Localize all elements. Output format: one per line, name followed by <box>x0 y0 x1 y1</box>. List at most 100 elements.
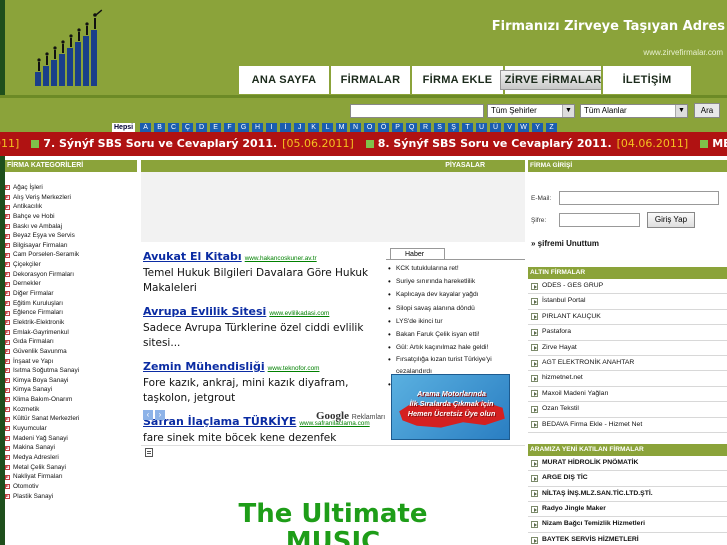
logo[interactable] <box>5 0 145 95</box>
ticker-item[interactable]: 7. Sýnýf SBS Soru ve Cevaplarý 2011. [05.… <box>31 137 354 150</box>
category-item[interactable]: Beyaz Eşya ve Servis <box>5 231 137 241</box>
arrow-bullet-icon <box>5 272 10 278</box>
category-item[interactable]: Klima Bakım-Onarım <box>5 395 137 405</box>
nav-item-1[interactable]: FİRMALAR <box>329 66 410 94</box>
promo-banner[interactable]: Arama Motorlarında İlk Sıralarda Çıkmak … <box>391 374 510 440</box>
nav-item-4[interactable]: İLETİŞİM <box>601 66 691 94</box>
site-slogan: Firmanızı Zirveye Taşıyan Adres <box>491 19 725 34</box>
category-item[interactable]: Alış Veriş Merkezleri <box>5 193 137 203</box>
firm-item[interactable]: Zirve Hayat <box>528 341 727 356</box>
firm-item[interactable]: BAYTEK SERVİS HİZMETLERİ <box>528 533 727 545</box>
category-item[interactable]: Madeni Yağ Sanayi <box>5 434 137 444</box>
category-item[interactable]: Eğitim Kuruluşları <box>5 299 137 309</box>
firm-item[interactable]: MURAT HİDROLİK PNÖMATİK <box>528 456 727 472</box>
category-item[interactable]: Bilgisayar Firmaları <box>5 241 137 251</box>
nav-item-0[interactable]: ANA SAYFA <box>237 66 329 94</box>
category-item[interactable]: Kozmetik <box>5 405 137 415</box>
firm-item[interactable]: BEDAVA Firma Ekle - Hizmet Net <box>528 418 727 433</box>
category-item[interactable]: Nakliyat Firmaları <box>5 472 137 482</box>
arrow-bullet-icon <box>5 493 10 499</box>
category-item[interactable]: Isıtma Soğutma Sanayi <box>5 366 137 376</box>
banner-line-1: Arama Motorlarında <box>417 389 486 398</box>
news-item[interactable]: Kaplıcaya dev kayalar yağdı <box>386 288 525 301</box>
firm-item[interactable]: Pastafora <box>528 325 727 341</box>
media-headline[interactable]: The Ultimate <box>141 499 525 529</box>
firm-item[interactable]: ARGE DIŞ TİC <box>528 471 727 487</box>
ads-next-button[interactable]: › <box>155 410 165 420</box>
ad-url-link[interactable]: www.hakancoskuner.av.tr <box>245 255 317 262</box>
ad-url-link[interactable]: www.teknofor.com <box>268 365 320 372</box>
category-item[interactable]: Kimya Boya Sanayi <box>5 376 137 386</box>
category-item[interactable]: Cam Porselen-Seramik <box>5 250 137 260</box>
category-label: Cam Porselen-Seramik <box>13 251 80 259</box>
field-select[interactable]: Tüm Alanlar ▼ <box>580 104 688 118</box>
news-item[interactable]: KCK tutuklularına ret! <box>386 262 525 275</box>
category-item[interactable]: Dernekler <box>5 279 137 289</box>
category-label: Ağaç İşleri <box>13 184 43 191</box>
nav-item-3[interactable]: ZİRVE FİRMALAR <box>499 66 607 94</box>
nav-item-2[interactable]: FİRMA EKLE <box>410 66 503 94</box>
category-item[interactable]: Kimya Sanayi <box>5 385 137 395</box>
search-input[interactable] <box>350 104 484 118</box>
category-item[interactable]: Kültür Sanat Merkezleri <box>5 414 137 424</box>
right-column: FİRMA GİRİŞİ E-Mail: Şifre: Giriş Yap » … <box>528 160 727 545</box>
category-item[interactable]: Medya Adresleri <box>5 453 137 463</box>
city-select[interactable]: Tüm Şehirler ▼ <box>487 104 575 118</box>
ad-title-link[interactable]: Zemin Mühendisliği <box>143 360 265 373</box>
ticker-item[interactable]: 8. Sýnýf SBS Soru ve Cevaplarý 2011. [04.… <box>365 137 689 150</box>
password-field[interactable] <box>559 213 640 227</box>
ticker-item[interactable]: MEB, SBS Göre <box>700 137 727 150</box>
media-subline[interactable]: MUSIC <box>141 527 525 545</box>
category-item[interactable]: İnşaat ve Yapı <box>5 357 137 367</box>
login-button[interactable]: Giriş Yap <box>647 212 695 228</box>
ads-prev-button[interactable]: ‹ <box>143 410 153 420</box>
news-item[interactable]: Gül: Artık kaçınılmaz hale geldi! <box>386 341 525 354</box>
category-item[interactable]: Otomotiv <box>5 482 137 492</box>
firm-item[interactable]: Ozan Tekstil <box>528 402 727 418</box>
category-item[interactable]: Eğlence Firmaları <box>5 308 137 318</box>
firm-item[interactable]: hizmetnet.net <box>528 371 727 387</box>
category-item[interactable]: Diğer Firmalar <box>5 289 137 299</box>
header: Firmanızı Zirveye Taşıyan Adres www.zirv… <box>0 0 727 95</box>
news-item[interactable]: LYS'de ikinci tur <box>386 315 525 328</box>
category-item[interactable]: Antikacılık <box>5 202 137 212</box>
category-item[interactable]: Gıda Firmaları <box>5 337 137 347</box>
category-item[interactable]: Ağaç İşleri <box>5 183 137 193</box>
category-item[interactable]: Baskı ve Ambalaj <box>5 222 137 232</box>
email-field[interactable] <box>559 191 719 205</box>
firm-item[interactable]: ODES - GES GRUP <box>528 279 727 295</box>
arrow-bullet-icon <box>5 416 10 422</box>
category-label: Emlak-Gayrimenkul <box>13 328 69 336</box>
category-label: Otomotiv <box>13 482 39 490</box>
category-item[interactable]: Plastik Sanayi <box>5 492 137 502</box>
category-item[interactable]: Dekorasyon Firmaları <box>5 270 137 280</box>
ad-title-link[interactable]: Safran İlaçlama TÜRKİYE <box>143 415 296 428</box>
category-item[interactable]: Bahçe ve Hobi <box>5 212 137 222</box>
ad-title-link[interactable]: Avrupa Evlilik Sitesi <box>143 305 266 318</box>
firm-item[interactable]: PIRLANT KAUÇUK <box>528 310 727 326</box>
category-item[interactable]: Güvenlik Savunma <box>5 347 137 357</box>
google-ads-label[interactable]: Google Reklamları <box>316 410 385 422</box>
ad-title-link[interactable]: Avukat El Kitabı <box>143 250 242 263</box>
markets-heading: PİYASALAR <box>141 160 525 172</box>
category-item[interactable]: Kuyumcular <box>5 424 137 434</box>
category-item[interactable]: Emlak-Gayrimenkul <box>5 328 137 338</box>
category-label: İnşaat ve Yapı <box>13 357 54 365</box>
ticker-date: [04.06.2011] <box>616 137 689 150</box>
news-item[interactable]: Suriye sınırında hareketlilik <box>386 275 525 288</box>
firm-item[interactable]: Nizam Bağcı Temizlik Hizmetleri <box>528 517 727 533</box>
ad-url-link[interactable]: www.evlilikadasi.com <box>269 310 329 317</box>
news-item[interactable]: Bakan Faruk Çelik isyan etti! <box>386 328 525 341</box>
category-item[interactable]: Elektrik-Elektronik <box>5 318 137 328</box>
forgot-password-link[interactable]: » şifremi Unuttum <box>531 239 599 248</box>
firm-item[interactable]: NİLTAŞ İNŞ.MLZ.SAN.TİC.LTD.ŞTİ. <box>528 487 727 503</box>
news-item[interactable]: Silopi savaş alanına döndü <box>386 302 525 315</box>
category-item[interactable]: Makina Sanayi <box>5 443 137 453</box>
firm-item[interactable]: AGT ELEKTRONİK ANAHTAR <box>528 356 727 372</box>
category-item[interactable]: Çiçekçiler <box>5 260 137 270</box>
search-button[interactable]: Ara <box>694 103 720 118</box>
firm-item[interactable]: İstanbul Portal <box>528 294 727 310</box>
firm-item[interactable]: Maxoil Madeni Yağları <box>528 387 727 403</box>
category-item[interactable]: Metal Çelik Sanayi <box>5 463 137 473</box>
firm-item[interactable]: Radyo Jingle Maker <box>528 502 727 518</box>
